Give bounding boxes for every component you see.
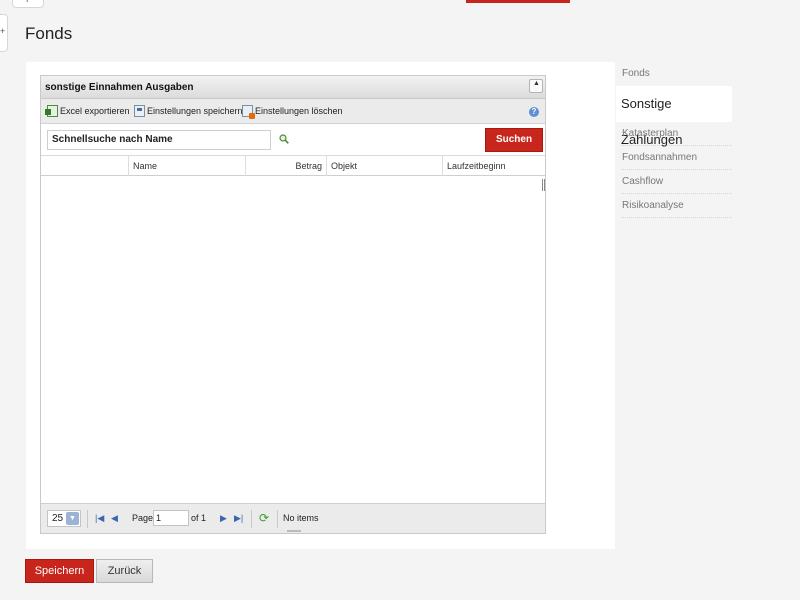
top-add-tab[interactable]: + bbox=[12, 0, 44, 8]
column-header-betrag[interactable]: Betrag bbox=[246, 156, 327, 176]
page-size-value: 25 bbox=[52, 513, 64, 524]
next-page-icon[interactable]: ▶ bbox=[220, 513, 227, 524]
data-grid: sonstige Einnahmen Ausgaben ▲ Excel expo… bbox=[40, 75, 546, 534]
resize-handle[interactable] bbox=[542, 179, 545, 191]
plus-icon: + bbox=[24, 0, 31, 6]
plus-icon: + bbox=[0, 26, 6, 36]
save-button[interactable]: Speichern bbox=[25, 559, 94, 583]
sidebar-item-fondsannahmen[interactable]: Fondsannahmen bbox=[622, 146, 732, 170]
grid-pager: 25 ▼ |◀ ◀ Page 1 of 1 ▶ ▶| ⟳ No items bbox=[41, 503, 545, 533]
side-expand-handle[interactable]: + bbox=[0, 14, 8, 52]
page-number-input[interactable]: 1 bbox=[153, 510, 189, 526]
search-input[interactable]: Schnellsuche nach Name bbox=[47, 130, 271, 150]
grid-header: sonstige Einnahmen Ausgaben ▲ bbox=[41, 76, 545, 99]
help-icon[interactable]: ? bbox=[529, 107, 539, 117]
column-header-name[interactable]: Name bbox=[129, 156, 246, 176]
excel-export-button[interactable]: Excel exportieren bbox=[45, 105, 130, 117]
delete-settings-icon bbox=[242, 105, 255, 119]
grid-title: sonstige Einnahmen Ausgaben bbox=[45, 82, 194, 93]
pager-divider bbox=[277, 510, 278, 528]
sidebar-item-fonds[interactable]: Fonds bbox=[622, 62, 732, 86]
save-settings-button[interactable]: Einstellungen speichern bbox=[134, 105, 243, 117]
back-button[interactable]: Zurück bbox=[96, 559, 153, 583]
grid-body bbox=[41, 178, 545, 503]
page-size-select[interactable]: 25 ▼ bbox=[47, 510, 81, 527]
excel-icon bbox=[45, 105, 58, 117]
top-accent-bar bbox=[466, 0, 570, 3]
page-label: Page bbox=[132, 513, 154, 523]
search-button[interactable]: Suchen bbox=[485, 128, 543, 152]
column-header-laufzeitbeginn[interactable]: Laufzeitbeginn bbox=[443, 156, 547, 176]
save-settings-icon bbox=[134, 105, 145, 117]
content-card: sonstige Einnahmen Ausgaben ▲ Excel expo… bbox=[26, 62, 615, 549]
delete-settings-button[interactable]: Einstellungen löschen bbox=[242, 105, 343, 119]
column-header-select[interactable] bbox=[41, 156, 129, 176]
first-page-icon[interactable]: |◀ bbox=[95, 513, 104, 524]
grid-resize-grip[interactable] bbox=[287, 530, 301, 532]
last-page-icon[interactable]: ▶| bbox=[234, 513, 243, 524]
collapse-button[interactable]: ▲ bbox=[529, 79, 543, 93]
column-header-objekt[interactable]: Objekt bbox=[327, 156, 443, 176]
sidebar-nav: Fonds Sonstige Zahlungen Katasterplan Fo… bbox=[616, 62, 732, 218]
pager-divider bbox=[251, 510, 252, 528]
search-icon[interactable] bbox=[279, 134, 289, 144]
refresh-icon[interactable]: ⟳ bbox=[259, 511, 269, 525]
sidebar-item-sonstige-zahlungen[interactable]: Sonstige Zahlungen bbox=[616, 86, 732, 147]
excel-export-label: Excel exportieren bbox=[60, 106, 130, 116]
sidebar-item-risikoanalyse[interactable]: Risikoanalyse bbox=[622, 194, 732, 218]
sidebar-item-cashflow[interactable]: Cashflow bbox=[622, 170, 732, 194]
search-row: Schnellsuche nach Name Suchen bbox=[41, 124, 545, 156]
page-total-label: of 1 bbox=[191, 513, 207, 523]
column-header-row: Name Betrag Objekt Laufzeitbeginn bbox=[41, 156, 545, 176]
collapse-icon: ▲ bbox=[533, 80, 540, 87]
save-settings-label: Einstellungen speichern bbox=[147, 106, 243, 116]
delete-settings-label: Einstellungen löschen bbox=[255, 106, 343, 116]
grid-toolbar: Excel exportieren Einstellungen speicher… bbox=[41, 99, 545, 124]
pager-divider bbox=[87, 510, 88, 528]
chevron-down-icon: ▼ bbox=[66, 512, 79, 525]
page-title: Fonds bbox=[25, 24, 73, 43]
prev-page-icon[interactable]: ◀ bbox=[111, 513, 118, 524]
pager-status: No items bbox=[283, 513, 319, 523]
sidebar-item-katasterplan[interactable]: Katasterplan bbox=[622, 122, 732, 146]
